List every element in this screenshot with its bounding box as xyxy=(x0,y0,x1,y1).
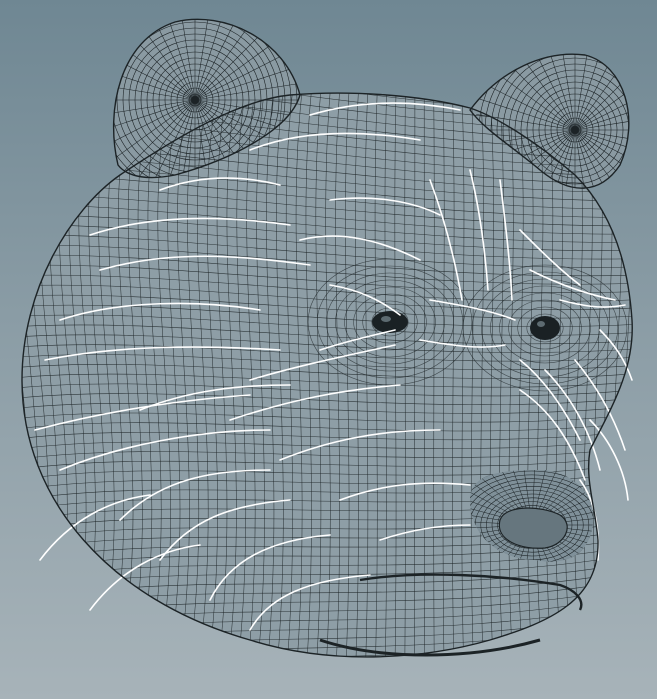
right-eye xyxy=(530,316,560,340)
bear-head-wireframe-model[interactable] xyxy=(0,0,657,699)
left-ear-inner-pole xyxy=(191,96,199,104)
3d-viewport[interactable] xyxy=(0,0,657,699)
left-eye xyxy=(372,311,408,333)
head-mesh xyxy=(22,93,633,657)
right-ear-inner-pole xyxy=(571,126,579,134)
